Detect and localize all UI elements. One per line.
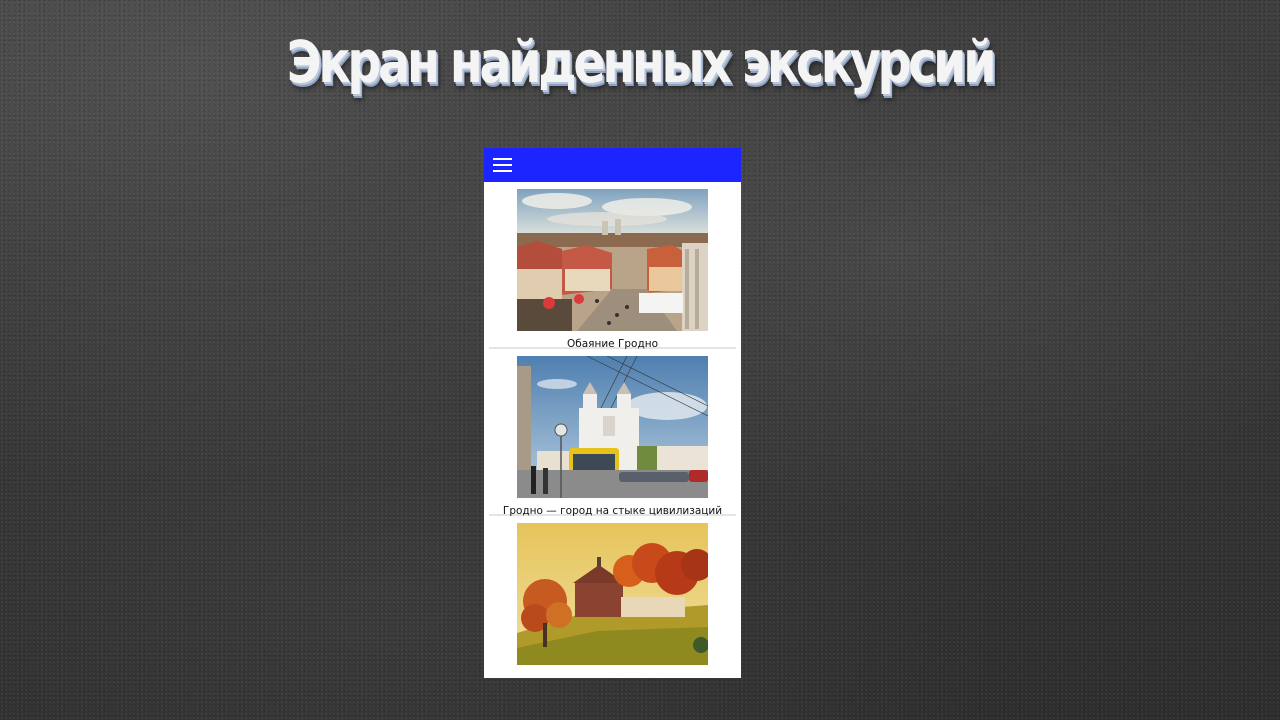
old-town-rooftops-photo [517,189,708,331]
tour-card[interactable]: Обаяние Гродно [489,182,736,350]
autumn-church-photo [517,523,708,665]
tour-card[interactable] [489,516,736,678]
app-toolbar [484,148,741,182]
slide-title: Экран найденных экскурсий [286,28,997,96]
cathedral-trolleybus-photo [517,356,708,498]
tour-card[interactable]: Гродно — город на стыке цивилизаций [489,349,736,517]
tour-list: Обаяние Гродно Гродно — город на стыке ц… [484,182,741,678]
phone-screen: Обаяние Гродно Гродно — город на стыке ц… [484,148,741,678]
hamburger-menu-icon[interactable] [493,158,512,172]
